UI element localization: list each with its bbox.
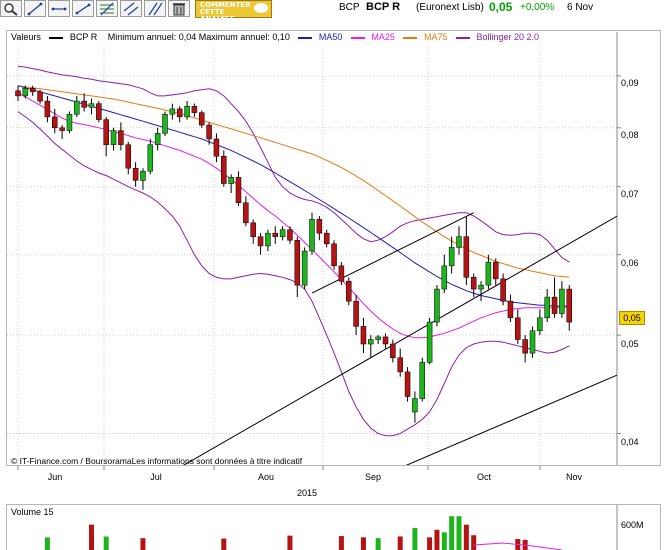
- x-tick-label: Aou: [257, 472, 275, 482]
- candle-body: [441, 265, 448, 290]
- candle-body: [66, 113, 73, 131]
- candle-body: [88, 103, 95, 108]
- candle-body: [265, 232, 271, 247]
- x-tick-label: Sep: [364, 472, 382, 482]
- candle-body: [29, 88, 36, 93]
- y-tick-label: 0,05: [621, 339, 639, 349]
- candle-body: [103, 119, 109, 145]
- candle-body: [228, 177, 234, 184]
- candle-body: [426, 321, 433, 363]
- candle-body: [360, 326, 367, 345]
- candle-body: [44, 100, 51, 118]
- candle-body: [375, 336, 381, 340]
- candle-body: [96, 103, 102, 120]
- candle-body: [353, 300, 359, 327]
- candle-body: [74, 100, 80, 115]
- x-axis-year: 2015: [297, 488, 318, 498]
- candle-body: [81, 100, 87, 108]
- candle-body: [206, 124, 212, 140]
- candle-body: [257, 236, 264, 247]
- candle-body: [221, 156, 227, 184]
- volume-title: Volume 15: [11, 507, 54, 517]
- candle-body: [544, 296, 550, 319]
- candle-body: [169, 108, 176, 115]
- candle-body: [184, 106, 190, 118]
- x-tick-label: Nov: [565, 472, 583, 482]
- candle-body: [537, 317, 543, 331]
- candle-body: [522, 339, 528, 354]
- candle-body: [529, 330, 536, 354]
- candle-body: [515, 317, 521, 340]
- candle-body: [235, 177, 242, 203]
- candle-body: [493, 261, 499, 280]
- candle-body: [559, 288, 565, 314]
- candle-body: [301, 250, 308, 286]
- candle-body: [199, 112, 205, 126]
- candle-body: [500, 278, 506, 302]
- candle-body: [37, 91, 43, 102]
- price-chart-svg[interactable]: [0, 0, 668, 550]
- candle-body: [147, 144, 154, 172]
- candle-body: [213, 138, 220, 157]
- candle-body: [331, 243, 337, 267]
- candle-body: [309, 219, 315, 252]
- candle-body: [404, 371, 411, 397]
- candle-body: [132, 167, 139, 181]
- candle-body: [154, 133, 161, 145]
- candle-body: [118, 130, 124, 145]
- candle-body: [382, 336, 389, 345]
- candle-body: [323, 232, 330, 245]
- candle-body: [162, 113, 168, 134]
- candle-body: [507, 300, 514, 319]
- candle-body: [59, 127, 65, 131]
- candle-body: [243, 202, 249, 224]
- y-tick-label: 0,06: [621, 258, 639, 268]
- candle-body: [22, 88, 29, 97]
- candle-body: [463, 236, 470, 278]
- candle-body: [485, 261, 492, 286]
- x-tick-label: Jul: [150, 472, 162, 482]
- candle-body: [478, 284, 484, 290]
- candle-body: [551, 296, 558, 314]
- ma25-line: [17, 92, 570, 339]
- candle-body: [52, 116, 58, 129]
- candle-body: [15, 90, 21, 97]
- candle-body: [419, 362, 425, 399]
- candle-body: [272, 232, 278, 237]
- candle-body: [434, 288, 440, 323]
- candle-body: [338, 265, 345, 282]
- candle-body: [412, 398, 418, 413]
- candle-body: [316, 219, 323, 234]
- copyright-notice: © IT-Finance.com / BoursoramaLes informa…: [11, 456, 303, 466]
- trend-line: [183, 215, 617, 465]
- candle-body: [176, 108, 183, 118]
- candle-body: [294, 239, 301, 286]
- candle-body: [448, 247, 455, 267]
- candle-body: [191, 106, 198, 113]
- candle-body: [125, 144, 131, 169]
- x-tick-label: Oct: [476, 472, 492, 482]
- y-tick-label: 0,07: [621, 189, 639, 199]
- y-tick-label: 0,09: [621, 78, 639, 88]
- candle-body: [397, 357, 403, 373]
- candle-body: [110, 130, 117, 145]
- x-tick-label: Jun: [47, 472, 63, 482]
- volume-panel: [6, 504, 661, 550]
- candle-body: [279, 229, 286, 237]
- last-price-tag: 0,05: [619, 311, 645, 325]
- candle-body: [470, 277, 477, 290]
- candle-body: [140, 170, 146, 181]
- y-tick-label: 0,08: [621, 130, 639, 140]
- candle-body: [346, 280, 352, 302]
- candle-body: [566, 288, 572, 323]
- candle-body: [250, 222, 256, 237]
- candle-body: [287, 229, 293, 241]
- volume-tick-label: 600M: [621, 520, 644, 530]
- y-tick-label: 0,04: [621, 437, 639, 447]
- candle-body: [368, 339, 374, 345]
- bollinger-upper-line: [17, 65, 570, 263]
- candle-body: [390, 343, 396, 358]
- candle-body: [456, 236, 462, 248]
